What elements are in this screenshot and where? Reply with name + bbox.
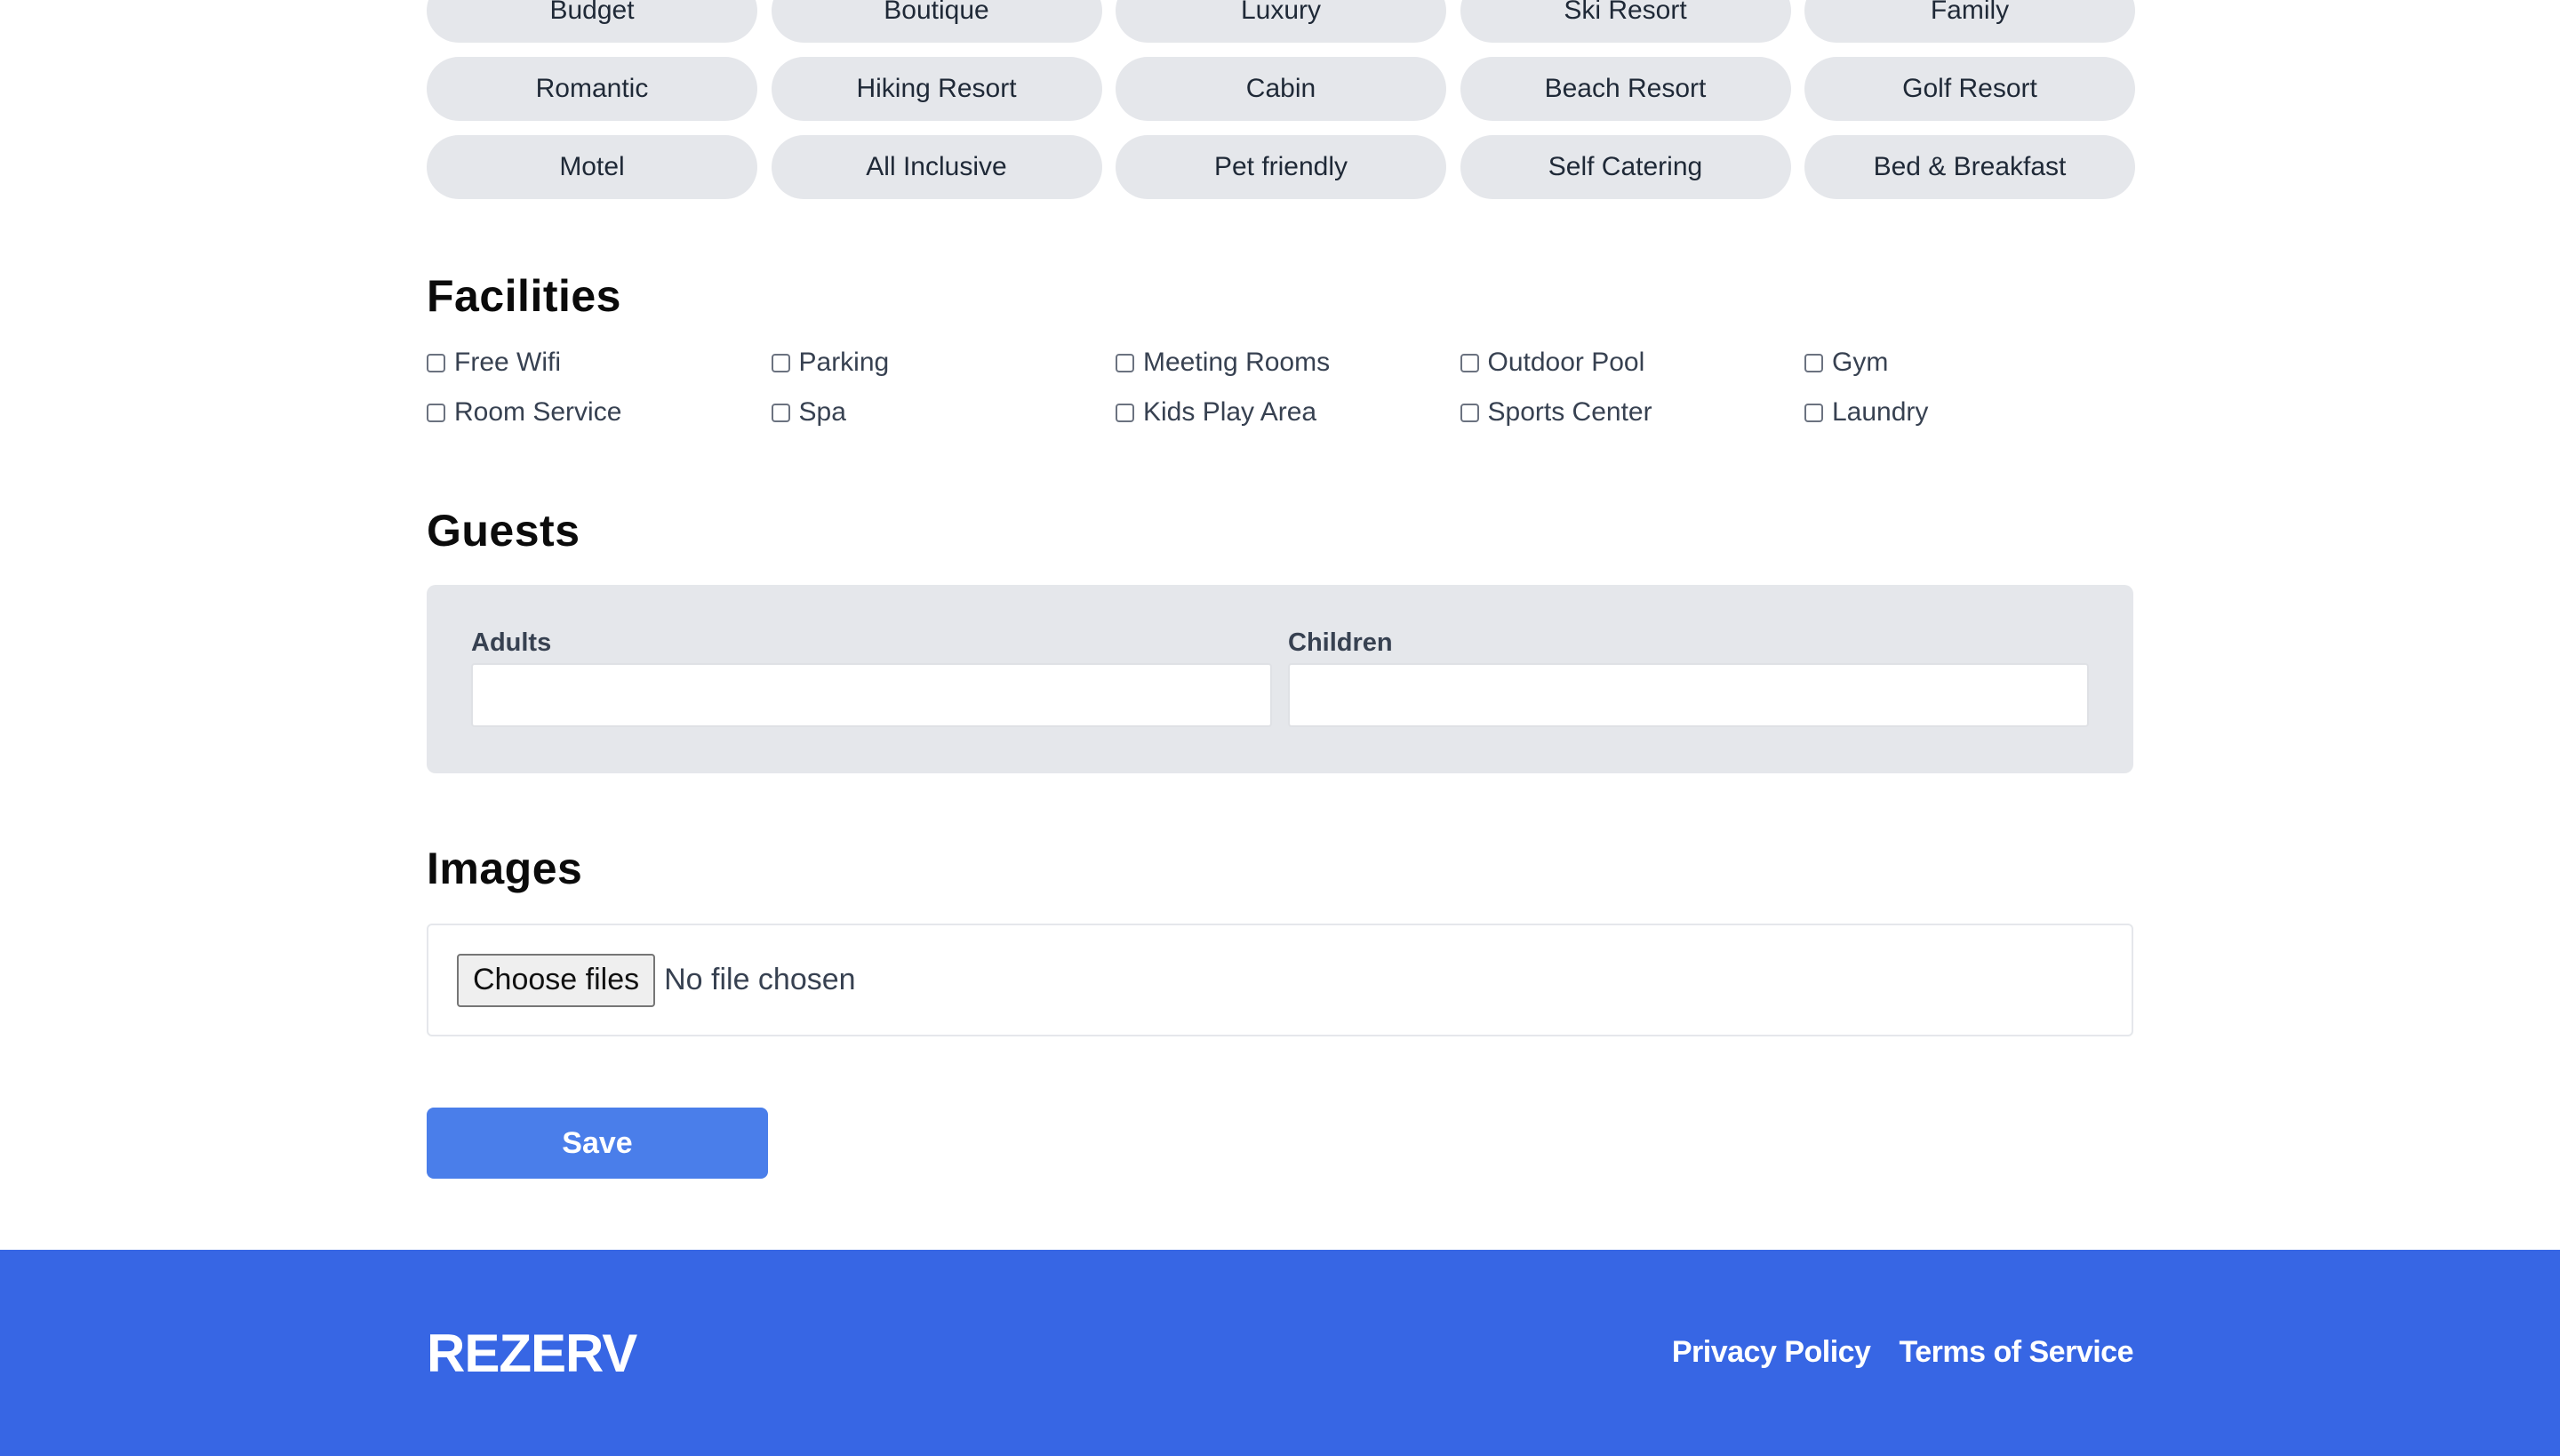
- checkbox[interactable]: [771, 403, 790, 422]
- checkbox[interactable]: [1804, 403, 1823, 422]
- facility-meeting-rooms[interactable]: Meeting Rooms: [1116, 348, 1460, 377]
- facilities-title: Facilities: [427, 271, 621, 321]
- type-beach-resort[interactable]: Beach Resort: [1460, 57, 1791, 121]
- checkbox[interactable]: [1460, 403, 1479, 422]
- facility-laundry[interactable]: Laundry: [1804, 397, 2149, 427]
- hotel-type-grid: Budget Boutique Luxury Ski Resort Family…: [427, 0, 2135, 199]
- facility-spa[interactable]: Spa: [771, 397, 1116, 427]
- adults-field: Adults: [471, 628, 1272, 773]
- type-self-catering[interactable]: Self Catering: [1460, 135, 1791, 199]
- facility-label: Parking: [798, 348, 890, 377]
- footer-links: Privacy Policy Terms of Service: [1672, 1335, 2134, 1370]
- images-upload: Choose files No file chosen: [427, 924, 2133, 1036]
- type-budget[interactable]: Budget: [427, 0, 757, 43]
- facility-gym[interactable]: Gym: [1804, 348, 2149, 377]
- facility-outdoor-pool[interactable]: Outdoor Pool: [1460, 348, 1805, 377]
- images-title: Images: [427, 844, 583, 893]
- type-boutique[interactable]: Boutique: [771, 0, 1102, 43]
- adults-label: Adults: [471, 628, 552, 657]
- facility-room-service[interactable]: Room Service: [427, 397, 772, 427]
- type-motel[interactable]: Motel: [427, 135, 757, 199]
- checkbox[interactable]: [427, 403, 445, 422]
- terms-of-service-link[interactable]: Terms of Service: [1899, 1335, 2133, 1370]
- facility-kids-play-area[interactable]: Kids Play Area: [1116, 397, 1460, 427]
- children-input[interactable]: [1288, 663, 2089, 727]
- footer-brand-logo[interactable]: REZERV: [427, 1323, 637, 1384]
- facility-sports-center[interactable]: Sports Center: [1460, 397, 1805, 427]
- type-luxury[interactable]: Luxury: [1116, 0, 1446, 43]
- type-ski-resort[interactable]: Ski Resort: [1460, 0, 1791, 43]
- type-all-inclusive[interactable]: All Inclusive: [771, 135, 1102, 199]
- children-field: Children: [1288, 628, 2089, 773]
- type-golf-resort[interactable]: Golf Resort: [1804, 57, 2135, 121]
- children-label: Children: [1288, 628, 1393, 657]
- privacy-policy-link[interactable]: Privacy Policy: [1672, 1335, 1871, 1370]
- checkbox[interactable]: [771, 353, 790, 372]
- facility-parking[interactable]: Parking: [771, 348, 1116, 377]
- checkbox[interactable]: [1804, 353, 1823, 372]
- checkbox[interactable]: [1116, 403, 1134, 422]
- file-status: No file chosen: [664, 963, 856, 996]
- facility-label: Outdoor Pool: [1487, 348, 1645, 377]
- save-button[interactable]: Save: [427, 1108, 768, 1179]
- footer: REZERV Privacy Policy Terms of Service: [0, 1250, 2560, 1456]
- facility-label: Laundry: [1832, 397, 1929, 427]
- facility-free-wifi[interactable]: Free Wifi: [427, 348, 772, 377]
- guests-panel: Adults Children: [427, 585, 2133, 773]
- checkbox[interactable]: [427, 353, 445, 372]
- adults-input[interactable]: [471, 663, 1272, 727]
- checkbox[interactable]: [1116, 353, 1134, 372]
- facility-label: Spa: [798, 397, 846, 427]
- facility-label: Kids Play Area: [1143, 397, 1317, 427]
- facilities-grid: Free Wifi Parking Meeting Rooms Outdoor …: [427, 348, 2133, 427]
- facility-label: Gym: [1832, 348, 1889, 377]
- facility-label: Sports Center: [1487, 397, 1652, 427]
- type-pet-friendly[interactable]: Pet friendly: [1116, 135, 1446, 199]
- type-hiking-resort[interactable]: Hiking Resort: [771, 57, 1102, 121]
- type-romantic[interactable]: Romantic: [427, 57, 757, 121]
- choose-files-button[interactable]: Choose files: [457, 953, 656, 1007]
- guests-title: Guests: [427, 506, 580, 556]
- facility-label: Meeting Rooms: [1143, 348, 1331, 377]
- type-bed-and-breakfast[interactable]: Bed & Breakfast: [1804, 135, 2135, 199]
- type-cabin[interactable]: Cabin: [1116, 57, 1446, 121]
- checkbox[interactable]: [1460, 353, 1479, 372]
- type-family[interactable]: Family: [1804, 0, 2135, 43]
- facility-label: Free Wifi: [454, 348, 561, 377]
- facility-label: Room Service: [454, 397, 622, 427]
